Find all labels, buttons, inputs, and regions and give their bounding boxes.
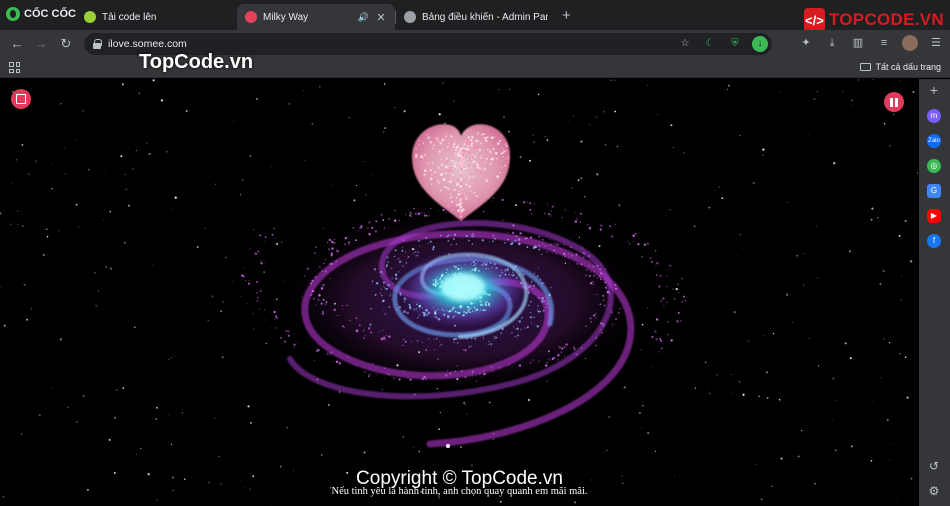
new-tab-icon[interactable]: + <box>562 7 571 24</box>
spiral-galaxy <box>240 198 687 448</box>
all-bookmarks-label: Tất cả dấu trang <box>875 62 941 72</box>
topcode-watermark: TopCode.vn <box>139 51 254 73</box>
brand-label: CỐC CỐC <box>24 8 76 20</box>
tab-milky-way[interactable]: Milky Way 🔊 ✕ <box>237 4 395 30</box>
close-tab-icon[interactable]: ✕ <box>375 11 387 24</box>
download-video-icon[interactable]: ↓ <box>752 36 768 52</box>
tab-title: Bảng điều khiển - Admin Panel <box>422 11 548 23</box>
browser-window: CỐC CỐC Tải code lên Milky Way 🔊 ✕ Bảng … <box>0 0 950 506</box>
browser-brand[interactable]: CỐC CỐC <box>6 7 76 21</box>
split-view-icon[interactable]: ▥ <box>850 35 866 51</box>
galaxy-scene <box>0 79 919 506</box>
topcode-logo-text: TOPCODE.VN <box>828 10 944 29</box>
facebook-icon[interactable]: f <box>927 234 941 248</box>
apps-grid-icon[interactable] <box>9 62 20 73</box>
coccoc-logo-icon <box>6 7 20 21</box>
tab-favicon-icon <box>84 11 96 23</box>
adblock-icon[interactable]: ⛨ <box>727 36 743 52</box>
url-text[interactable]: ilove.somee.com <box>108 38 187 50</box>
settings-icon[interactable]: ⚙ <box>927 484 941 498</box>
toolbar-actions: ✦ ⤓ ▥ ≡ ☰ <box>798 35 944 51</box>
media-control-icon[interactable]: ≡ <box>876 35 892 51</box>
fullscreen-icon <box>16 94 26 104</box>
side-panel: + m Zalo ◎ G ▶ f ↺ ⚙ <box>919 79 950 506</box>
history-icon[interactable]: ↺ <box>927 459 941 473</box>
shooting-star <box>446 444 450 448</box>
omnibox-actions: ☆ ☾ ⛨ ↓ <box>677 36 768 52</box>
translate-icon[interactable]: G <box>927 184 941 198</box>
lock-icon[interactable] <box>92 38 102 50</box>
profile-avatar[interactable] <box>902 35 918 51</box>
tab-upload-code[interactable]: Tải code lên <box>76 4 236 30</box>
dark-mode-icon[interactable]: ☾ <box>702 36 718 52</box>
youtube-icon[interactable]: ▶ <box>927 209 941 223</box>
game-icon[interactable]: ◎ <box>927 159 941 173</box>
tab-title: Milky Way <box>263 11 309 23</box>
fullscreen-button[interactable] <box>11 89 31 109</box>
messenger-icon[interactable]: m <box>927 109 941 123</box>
reload-icon[interactable]: ↻ <box>57 35 75 53</box>
add-icon[interactable]: + <box>927 83 941 97</box>
extensions-icon[interactable]: ✦ <box>798 35 814 51</box>
all-bookmarks-button[interactable]: Tất cả dấu trang <box>860 62 941 72</box>
pause-icon <box>890 97 898 107</box>
bookmark-star-icon[interactable]: ☆ <box>677 36 693 52</box>
particle-heart <box>412 124 511 221</box>
folder-icon <box>860 63 872 71</box>
love-caption: Nếu tình yêu là hành tinh, anh chọn quay… <box>331 486 588 497</box>
tab-admin-panel[interactable]: Bảng điều khiển - Admin Panel <box>396 4 556 30</box>
page-content: Copyright © TopCode.vn Nếu tình yêu là h… <box>0 79 919 506</box>
back-icon[interactable]: ← <box>8 35 26 53</box>
heart-favicon-icon <box>245 11 257 23</box>
tab-strip: CỐC CỐC Tải code lên Milky Way 🔊 ✕ Bảng … <box>0 0 950 32</box>
menu-icon[interactable]: ☰ <box>928 35 944 51</box>
downloads-icon[interactable]: ⤓ <box>824 35 840 51</box>
tab-title: Tải code lên <box>102 11 157 23</box>
globe-favicon-icon <box>404 11 416 23</box>
speaker-icon[interactable]: 🔊 <box>358 12 369 23</box>
pause-button[interactable] <box>884 92 904 112</box>
topcode-mark-icon: </> <box>804 8 825 32</box>
zalo-icon[interactable]: Zalo <box>927 134 941 148</box>
forward-icon[interactable]: → <box>32 35 50 53</box>
